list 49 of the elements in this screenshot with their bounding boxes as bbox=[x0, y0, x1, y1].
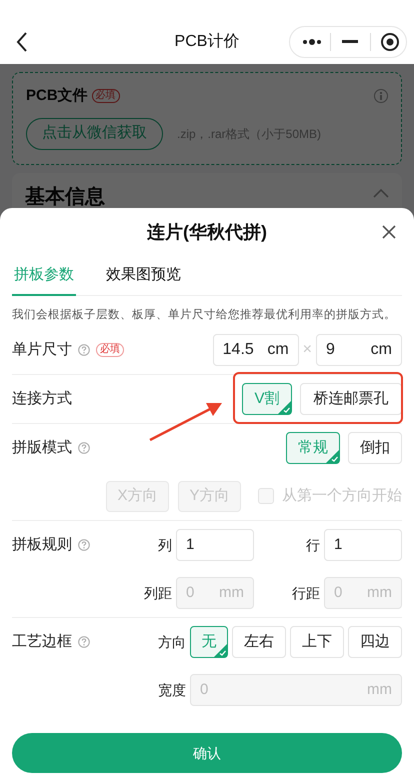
page-title: PCB计价 bbox=[174, 32, 240, 52]
size-input[interactable]: 14.5 cm bbox=[212, 334, 299, 366]
number-input[interactable]: 1 bbox=[176, 529, 254, 562]
field-label: 拼版模式 bbox=[12, 438, 72, 458]
sheet-title: 连片(华秋代拼) bbox=[147, 220, 267, 244]
back-icon[interactable] bbox=[16, 32, 28, 52]
check-icon bbox=[326, 450, 339, 464]
get-from-wechat-button[interactable]: 点击从微信获取 bbox=[26, 118, 163, 150]
tab[interactable]: 拼板参数 bbox=[12, 256, 76, 296]
size-input[interactable]: 9 cm bbox=[316, 334, 402, 366]
option-button[interactable]: 四边 bbox=[348, 626, 402, 658]
close-icon[interactable] bbox=[382, 225, 396, 239]
field-label: 单片尺寸 bbox=[12, 340, 72, 360]
option-button[interactable]: 倒扣 bbox=[348, 432, 402, 464]
option-button[interactable]: 上下 bbox=[290, 626, 344, 658]
section-title: 基本信息 bbox=[25, 184, 105, 210]
field-label: 行距 bbox=[291, 584, 320, 603]
option-button[interactable]: V割 bbox=[242, 383, 292, 416]
description-text: 我们会根据板子层数、板厚、单片尺寸给您推荐最优利用率的拼版方式。 bbox=[12, 307, 397, 323]
option-button[interactable]: 桥连邮票孔 bbox=[300, 383, 402, 416]
chevron-icon[interactable] bbox=[373, 188, 389, 198]
field-label: 列 bbox=[157, 536, 172, 555]
required-badge: 必填 bbox=[92, 89, 120, 104]
close-target-icon[interactable] bbox=[380, 32, 400, 52]
help-icon[interactable] bbox=[78, 539, 90, 552]
field-label: 连接方式 bbox=[12, 389, 72, 409]
checkbox-label: 从第一个方向开始 bbox=[282, 486, 402, 506]
help-icon[interactable] bbox=[78, 344, 90, 356]
more-icon[interactable] bbox=[302, 38, 322, 46]
times-sign: × bbox=[302, 340, 312, 360]
field-label: 拼板规则 bbox=[12, 535, 72, 555]
help-icon[interactable] bbox=[78, 636, 90, 648]
help-icon[interactable] bbox=[78, 442, 90, 454]
field-label: 行 bbox=[305, 536, 320, 555]
info-icon[interactable] bbox=[374, 89, 388, 104]
check-icon bbox=[278, 401, 291, 414]
option-button[interactable]: 常规 bbox=[286, 432, 340, 464]
required-badge: 必填 bbox=[96, 343, 124, 358]
minimize-icon[interactable] bbox=[342, 40, 358, 44]
number-input[interactable]: 1 bbox=[324, 529, 402, 562]
field-label: 方向 bbox=[158, 632, 186, 652]
option-button[interactable]: 无 bbox=[190, 626, 228, 658]
field-label: 工艺边框 bbox=[12, 632, 72, 652]
field-label: 列距 bbox=[144, 584, 172, 603]
card-title: PCB文件 bbox=[26, 86, 88, 106]
field-label: 宽度 bbox=[158, 680, 186, 700]
tab[interactable]: 效果图预览 bbox=[104, 256, 183, 296]
confirm-button[interactable]: 确认 bbox=[12, 733, 402, 773]
option-button[interactable]: 左右 bbox=[232, 626, 286, 658]
